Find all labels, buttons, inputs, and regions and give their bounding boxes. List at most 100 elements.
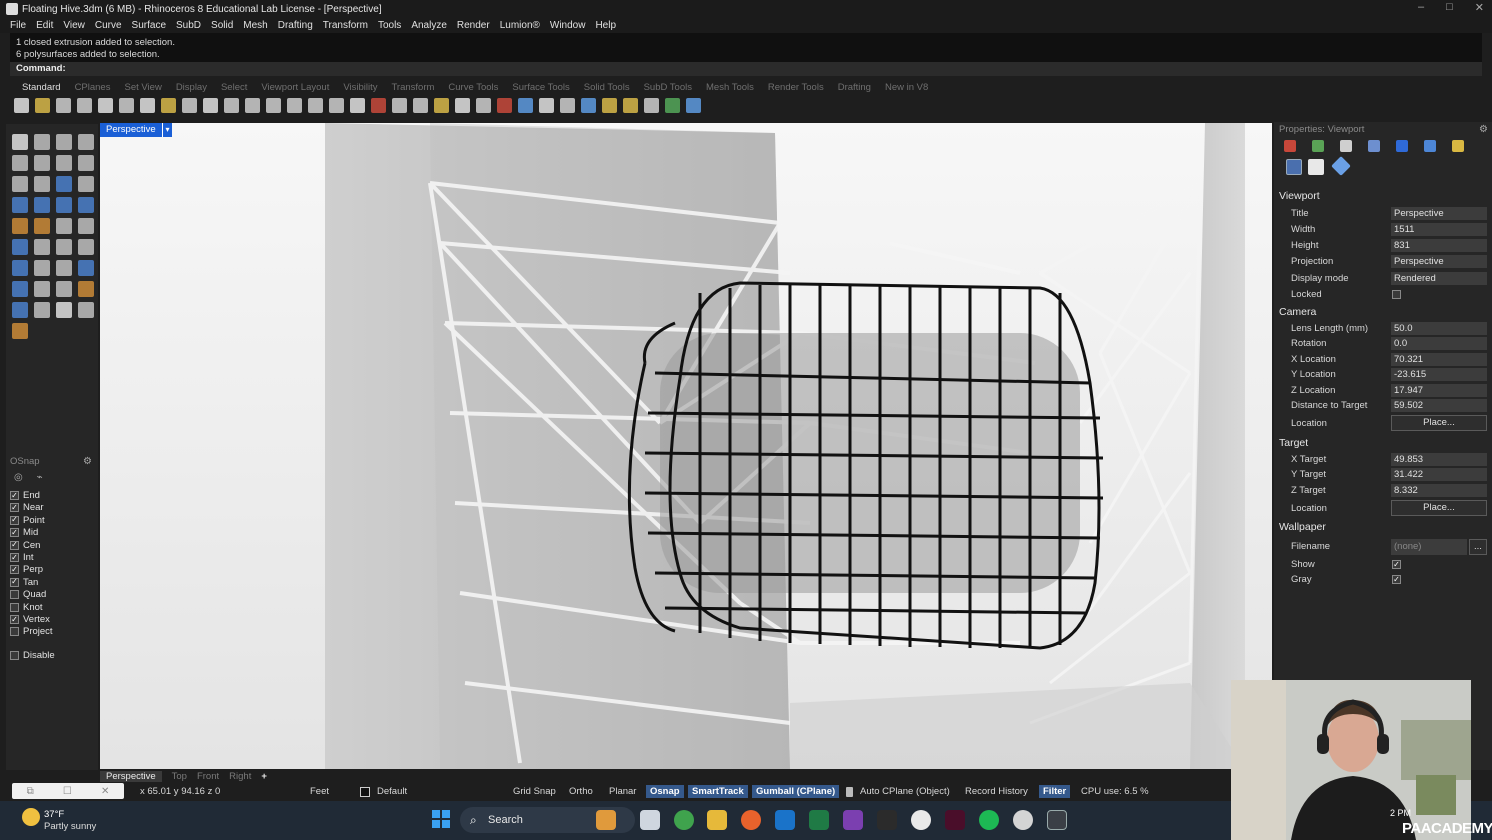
taskbar-search-label[interactable]: Search <box>488 814 523 826</box>
checkbox[interactable] <box>10 651 19 660</box>
excel-icon[interactable] <box>809 810 829 830</box>
tab-standard[interactable]: Standard <box>22 82 61 93</box>
osnap-item-perp[interactable]: ✓ Perp <box>10 564 43 575</box>
osnap-toggle[interactable]: Osnap <box>646 785 684 798</box>
circle-icon[interactable] <box>12 155 28 171</box>
move-view-icon[interactable] <box>224 97 239 113</box>
filename-field[interactable]: (none) <box>1391 539 1467 555</box>
mesh-icon[interactable] <box>12 218 28 234</box>
text-icon[interactable] <box>12 260 28 276</box>
show-checkbox[interactable]: ✓ <box>1392 560 1401 569</box>
environment-icon[interactable] <box>665 97 680 113</box>
dimension-icon[interactable] <box>644 97 659 113</box>
sun-icon[interactable] <box>623 97 638 113</box>
osnap-item-knot[interactable]: Knot <box>10 602 43 613</box>
hatch-icon[interactable] <box>56 281 72 297</box>
menu-curve[interactable]: Curve <box>95 20 122 31</box>
polyline-icon[interactable] <box>56 134 72 150</box>
lens-length-field[interactable]: 50.0 <box>1391 322 1487 335</box>
ellipse-icon[interactable] <box>34 155 50 171</box>
filter-toggle[interactable]: Filter <box>1039 785 1071 798</box>
height-field[interactable]: 831 <box>1391 239 1487 252</box>
osnap-target-icon[interactable]: ◎ <box>14 472 23 483</box>
filename-browse-button[interactable]: ... <box>1469 539 1487 555</box>
image-icon[interactable] <box>1308 159 1324 175</box>
sun-icon[interactable] <box>1452 140 1464 152</box>
maximize-icon[interactable]: ☐ <box>63 786 72 797</box>
ortho-toggle[interactable]: Ortho <box>569 786 593 797</box>
osnap-disable[interactable]: Disable <box>10 650 55 661</box>
tab-render-tools[interactable]: Render Tools <box>768 82 824 93</box>
checkbox[interactable]: ✓ <box>10 615 19 624</box>
environment-icon[interactable] <box>1424 140 1436 152</box>
rhino-tool-icon[interactable] <box>877 810 897 830</box>
undo-icon[interactable] <box>182 97 197 113</box>
indesign-icon[interactable] <box>945 810 965 830</box>
block-icon[interactable] <box>78 281 94 297</box>
close-icon[interactable]: ✕ <box>101 786 109 797</box>
material-icon[interactable] <box>1312 140 1324 152</box>
render-preview-icon[interactable] <box>392 97 407 113</box>
mirror-icon[interactable] <box>78 260 94 276</box>
minimize-button[interactable]: – <box>1418 1 1424 14</box>
menu-mesh[interactable]: Mesh <box>243 20 267 31</box>
layer-icon[interactable] <box>12 323 28 339</box>
split-icon[interactable] <box>78 218 94 234</box>
save-icon[interactable] <box>56 97 71 113</box>
box-icon[interactable] <box>12 197 28 213</box>
zoom-extents-icon[interactable] <box>287 97 302 113</box>
menu-render[interactable]: Render <box>457 20 490 31</box>
tab-drafting[interactable]: Drafting <box>838 82 871 93</box>
group-icon[interactable] <box>12 281 28 297</box>
gear-icon[interactable]: ⚙ <box>1479 124 1488 135</box>
chrome-icon[interactable] <box>674 810 694 830</box>
polygon-icon[interactable] <box>12 176 28 192</box>
close-button[interactable]: ✕ <box>1475 1 1484 14</box>
checkbox[interactable] <box>10 590 19 600</box>
restore-icon[interactable]: ⧉ <box>27 786 34 797</box>
osnap-item-near[interactable]: ✓ Near <box>10 502 44 513</box>
paste-icon[interactable] <box>161 97 176 113</box>
menu-window[interactable]: Window <box>550 20 586 31</box>
tab-front[interactable]: Front <box>197 771 219 782</box>
tab-visibility[interactable]: Visibility <box>343 82 377 93</box>
checkbox[interactable]: ✓ <box>10 515 19 525</box>
tab-set-view[interactable]: Set View <box>124 82 161 93</box>
boolean-icon[interactable] <box>12 239 28 255</box>
grid-icon[interactable] <box>560 97 575 113</box>
menu-edit[interactable]: Edit <box>36 20 53 31</box>
menu-transform[interactable]: Transform <box>323 20 368 31</box>
osnap-item-end[interactable]: ✓ End <box>10 490 40 501</box>
scale-icon[interactable] <box>34 260 50 276</box>
z-location-field[interactable]: 17.947 <box>1391 384 1487 397</box>
link-icon[interactable] <box>1331 156 1351 176</box>
check-icon[interactable] <box>56 302 72 318</box>
select-arrow-icon[interactable] <box>12 134 28 150</box>
tab-new-in-v8[interactable]: New in V8 <box>885 82 928 93</box>
record-history-toggle[interactable]: Record History <box>965 786 1028 797</box>
menu-lumion[interactable]: Lumion® <box>500 20 540 31</box>
osnap-item-cen[interactable]: ✓ Cen <box>10 540 40 551</box>
osnap-item-mid[interactable]: ✓ Mid <box>10 527 38 538</box>
analyze-icon[interactable] <box>12 302 28 318</box>
solid-union-icon[interactable] <box>34 197 50 213</box>
x-target-field[interactable]: 49.853 <box>1391 453 1487 466</box>
light-bulb-icon[interactable] <box>455 97 470 113</box>
tab-top[interactable]: Top <box>172 771 187 782</box>
pan-hand-icon[interactable] <box>203 97 218 113</box>
tray-clock[interactable]: 2 PM <box>1390 808 1411 818</box>
perspective-viewport[interactable]: Perspective ▾ <box>100 123 1272 769</box>
gumball-icon[interactable] <box>34 302 50 318</box>
checkbox[interactable]: ✓ <box>10 577 19 587</box>
print-icon[interactable] <box>77 97 92 113</box>
tab-solid-tools[interactable]: Solid Tools <box>584 82 630 93</box>
weather-temperature[interactable]: 37°F <box>44 809 64 820</box>
display-icon[interactable] <box>1340 140 1352 152</box>
menu-file[interactable]: File <box>10 20 26 31</box>
y-target-field[interactable]: 31.422 <box>1391 468 1487 481</box>
zoom-window-icon[interactable] <box>266 97 281 113</box>
render-icon[interactable] <box>581 97 596 113</box>
fillet-curve-icon[interactable] <box>78 176 94 192</box>
checkbox[interactable]: ✓ <box>10 491 19 500</box>
gray-checkbox[interactable]: ✓ <box>1392 575 1401 584</box>
